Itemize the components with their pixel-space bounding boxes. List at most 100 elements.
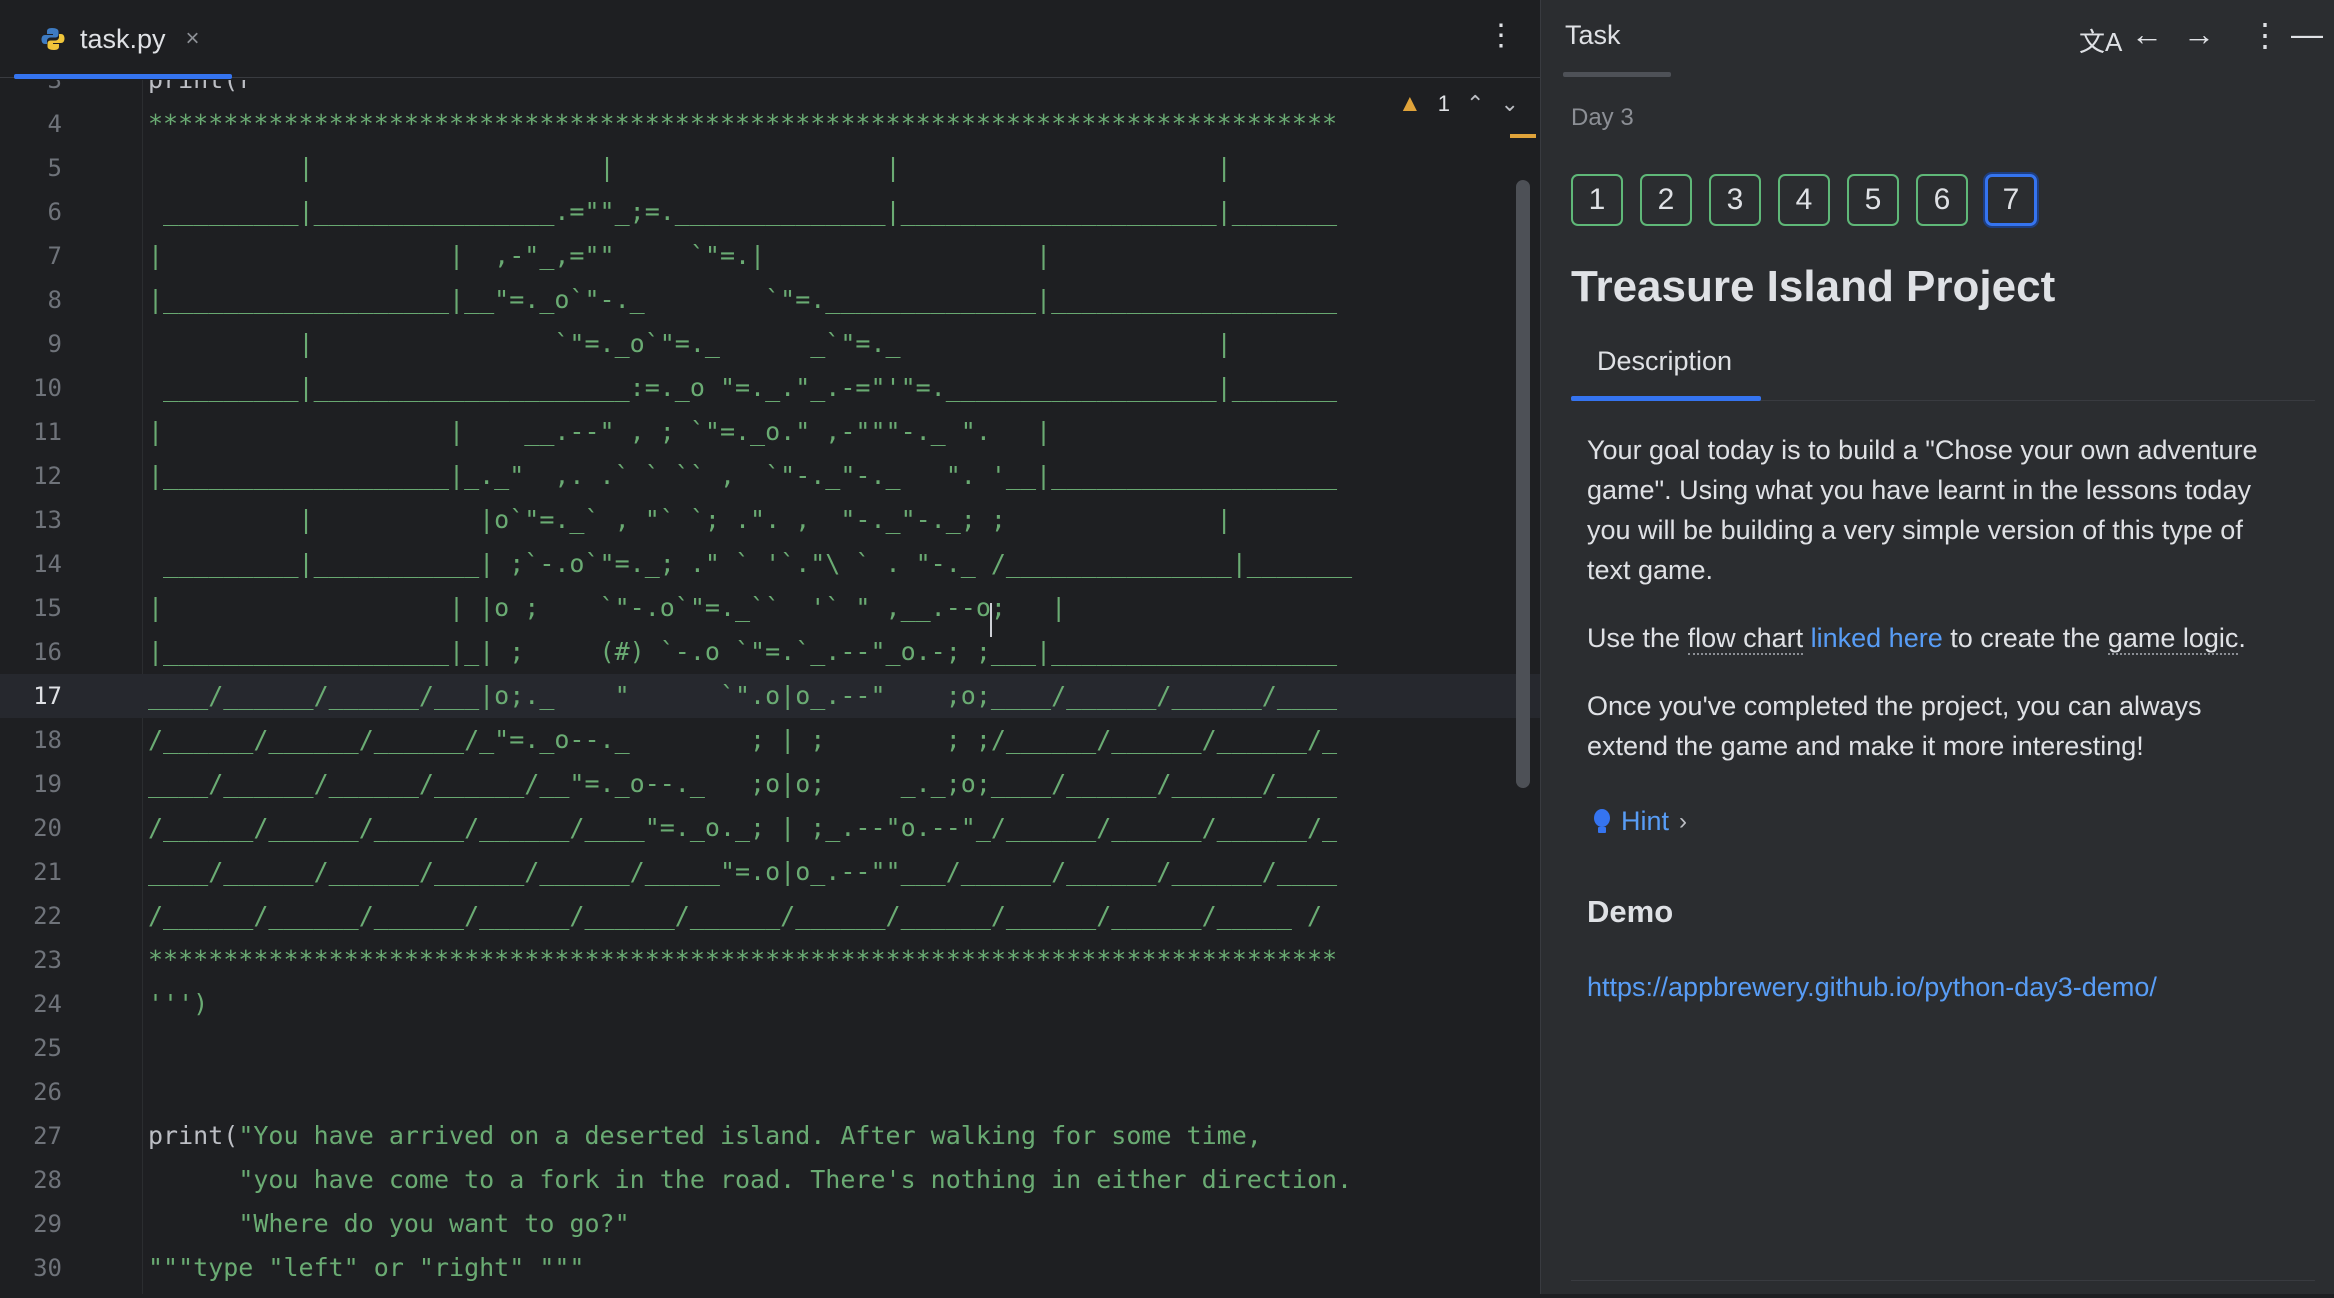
code-line[interactable]: 7 | | ,-"_,="" `"=.| | [0, 234, 1540, 278]
back-arrow-icon[interactable]: ← [2131, 16, 2163, 53]
line-number: 15 [33, 594, 62, 622]
tab-task-py[interactable]: task.py × [14, 0, 232, 79]
step-button[interactable]: 1 [1571, 174, 1623, 226]
warning-count: 1 [1437, 91, 1451, 116]
code-line[interactable]: 4 ***************************************… [0, 102, 1540, 146]
lightbulb-icon [1593, 808, 1611, 835]
previous-problem-icon[interactable]: ⌃ [1466, 91, 1484, 117]
line-number: 20 [33, 814, 62, 842]
code-text: |___________________|_._" ,. .` ` `` , `… [148, 461, 1338, 490]
code-line[interactable]: 21 ____/______/______/______/______/_____… [0, 850, 1540, 894]
line-number: 24 [33, 990, 62, 1018]
active-tab-indicator [14, 74, 232, 79]
code-line[interactable]: 25 [0, 1026, 1540, 1070]
step-button[interactable]: 4 [1778, 174, 1830, 226]
text-fragment: Use the [1587, 623, 1688, 653]
description-paragraph: Your goal today is to build a "Chose you… [1587, 435, 2258, 585]
code-line[interactable]: 5 | | | | [0, 146, 1540, 190]
code-line[interactable]: 11 | | __.--" , ; `"=._o." ,-"""-._ ". | [0, 410, 1540, 454]
line-number: 13 [33, 506, 62, 534]
more-options-icon[interactable]: ⋮ [2249, 16, 2281, 54]
line-number: 25 [33, 1034, 62, 1062]
translate-icon[interactable]: 文A [2079, 22, 2122, 59]
warning-stripe-marker[interactable] [1510, 134, 1536, 138]
code-text: | | | | [148, 153, 1232, 182]
glossary-term[interactable]: flow chart [1687, 623, 1804, 655]
next-problem-icon[interactable]: ⌄ [1500, 91, 1518, 117]
breadcrumb[interactable]: Day 3 [1571, 104, 1634, 132]
code-line[interactable]: 9 | `"=._o`"=._ _`"=._ | [0, 322, 1540, 366]
panel-title[interactable]: Task [1565, 20, 1621, 51]
line-number: 11 [33, 418, 62, 446]
python-icon [41, 28, 65, 50]
description-paragraph: Once you've completed the project, you c… [1587, 691, 2202, 761]
code-text: |___________________|__"=._o`"-._ `"=.__… [148, 285, 1338, 314]
line-number: 16 [33, 638, 62, 666]
text-fragment: . [2238, 623, 2246, 653]
tab-close-icon[interactable]: × [186, 25, 200, 53]
code-text: ****************************************… [148, 945, 1338, 974]
code-text: print(r''' [148, 80, 299, 102]
line-number: 5 [47, 154, 62, 182]
code-line[interactable]: 12 |___________________|_._" ,. .` ` `` ,… [0, 454, 1540, 498]
panel-title-indicator [1563, 72, 1671, 77]
code-text: /______/______/______/______/____"=._o._… [148, 813, 1338, 842]
step-button[interactable]: 3 [1709, 174, 1761, 226]
tab-description[interactable]: Description [1597, 346, 1732, 377]
code-text: | `"=._o`"=._ _`"=._ | [148, 329, 1232, 358]
code-line[interactable]: 27 print("You have arrived on a deserted … [0, 1114, 1540, 1158]
vertical-scrollbar[interactable] [1516, 180, 1530, 788]
chevron-right-icon: › [1679, 807, 1688, 835]
text-caret [990, 603, 992, 637]
section-heading: Demo [1587, 894, 1674, 929]
code-line[interactable]: 22 /______/______/______/______/______/__… [0, 894, 1540, 938]
code-line[interactable]: 28 "you have come to a fork in the road.… [0, 1158, 1540, 1202]
line-number: 18 [33, 726, 62, 754]
forward-arrow-icon[interactable]: → [2183, 16, 2215, 53]
code-line[interactable] [0, 1254, 1540, 1298]
step-button[interactable]: 5 [1847, 174, 1899, 226]
demo-link[interactable]: https://appbrewery.github.io/python-day3… [1587, 972, 2157, 1003]
code-text: ____/______/______/______/__"=._o--._ ;o… [148, 769, 1338, 798]
code-text: ____/______/______/______/______/_____"=… [148, 857, 1338, 886]
code-line[interactable]: 6 _________|________________.=""_;=.____… [0, 190, 1540, 234]
code-line[interactable]: 26 [0, 1070, 1540, 1114]
code-editor[interactable]: task.py × ⋮ 3 print(r''' 4 ***************… [0, 0, 1540, 1294]
code-token-fn [148, 1165, 238, 1194]
code-line[interactable]: 23 **************************************… [0, 938, 1540, 982]
task-panel-header: Task 文A ← → ⋮ — [1541, 0, 2334, 78]
line-number: 4 [47, 110, 62, 138]
code-line[interactable]: 15 | | |o ; `"-.o`"=._`` '` " ,__.--o; | [0, 586, 1540, 630]
flow-chart-link[interactable]: linked here [1811, 623, 1943, 653]
line-number: 8 [47, 286, 62, 314]
code-text: | | |o ; `"-.o`"=._`` '` " ,__.--o; | [148, 593, 1067, 622]
code-area[interactable]: 3 print(r''' 4 ***************************… [0, 80, 1540, 1294]
code-line[interactable]: 13 | |o`"=._` , "` `; .". , "-._"-._; ; … [0, 498, 1540, 542]
line-number: 6 [47, 198, 62, 226]
inspection-widget[interactable]: ▲ 1 ⌃ ⌄ [1398, 90, 1519, 118]
code-text: | |o`"=._` , "` `; .". , "-._"-._; ; | [148, 505, 1232, 534]
line-number: 7 [47, 242, 62, 270]
code-line[interactable]: 16 |___________________|_| ; (#) `-.o `"=… [0, 630, 1540, 674]
code-text: ''') [148, 989, 209, 1018]
editor-more-icon[interactable]: ⋮ [1486, 18, 1516, 53]
step-button-current[interactable]: 7 [1985, 174, 2037, 226]
glossary-term[interactable]: game logic [2107, 623, 2239, 655]
code-line[interactable]: 3 print(r''' [0, 80, 1540, 102]
code-text: | | ,-"_,="" `"=.| | [148, 241, 1052, 270]
code-line[interactable]: 19 ____/______/______/______/__"=._o--._ … [0, 762, 1540, 806]
code-line[interactable]: 14 _________|___________| ;`-.o`"=._; ."… [0, 542, 1540, 586]
code-line[interactable]: 24 ''') [0, 982, 1540, 1026]
code-line[interactable]: 18 /______/______/______/_"=._o--._ ; | ;… [0, 718, 1540, 762]
minimize-icon[interactable]: — [2291, 16, 2323, 53]
code-line[interactable]: 8 |___________________|__"=._o`"-._ `"=._… [0, 278, 1540, 322]
panel-bottom-divider [1571, 1280, 2315, 1281]
step-button[interactable]: 2 [1640, 174, 1692, 226]
code-line-current[interactable]: 17 ____/______/______/___|o;._ " `".o|o_.… [0, 674, 1540, 718]
hint-toggle[interactable]: Hint › [1593, 806, 1687, 837]
code-line[interactable]: 29 "Where do you want to go?" [0, 1202, 1540, 1246]
code-line[interactable]: 20 /______/______/______/______/____"=._o… [0, 806, 1540, 850]
step-button[interactable]: 6 [1916, 174, 1968, 226]
code-text: ____/______/______/___|o;._ " `".o|o_.--… [148, 681, 1338, 710]
code-line[interactable]: 10 _________|_____________________:=._o … [0, 366, 1540, 410]
